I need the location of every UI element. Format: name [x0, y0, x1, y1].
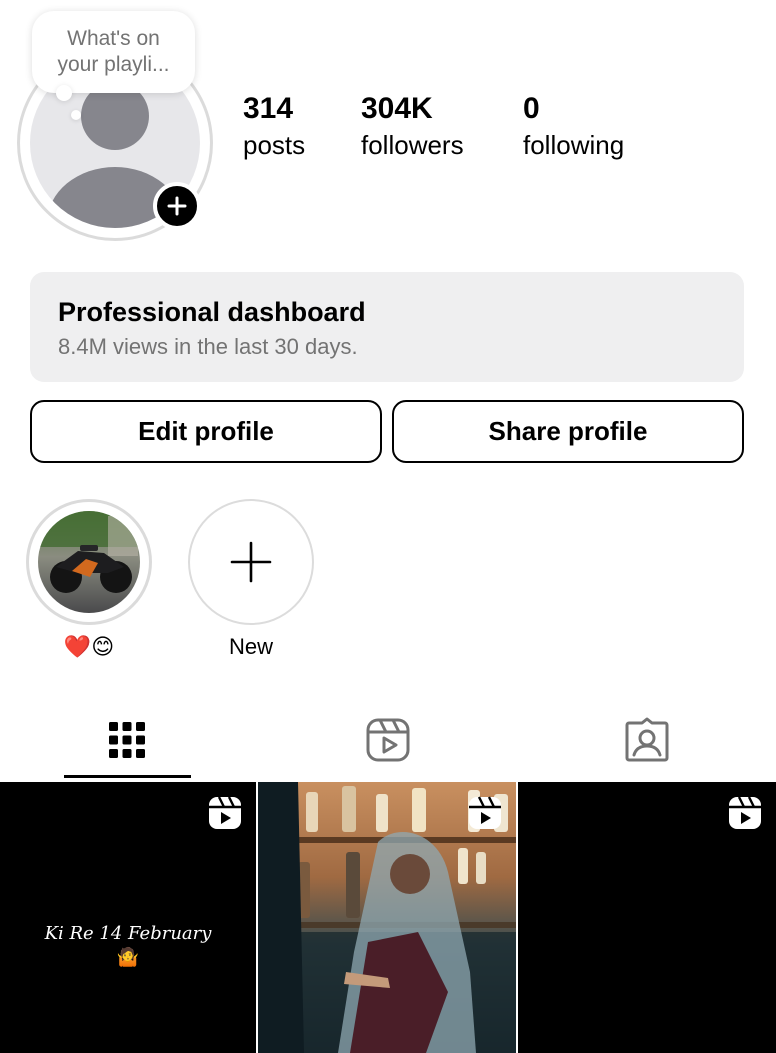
note-text: What's on your playli...	[57, 27, 170, 76]
stat-followers[interactable]: 304K followers	[361, 90, 464, 162]
professional-dashboard[interactable]: Professional dashboard 8.4M views in the…	[30, 272, 744, 382]
dashboard-subtitle: 8.4M views in the last 30 days.	[58, 334, 358, 359]
plus-icon	[230, 541, 272, 583]
new-highlight[interactable]: New	[188, 499, 314, 661]
note-bubble-tail	[56, 85, 72, 101]
stat-followers-value: 304K	[361, 92, 433, 125]
tab-posts[interactable]	[64, 705, 190, 775]
grid-post-1[interactable]: Ki Re 14 February 🤷	[0, 782, 256, 1053]
active-tab-indicator	[64, 775, 191, 778]
tagged-icon	[625, 717, 669, 762]
new-highlight-ring[interactable]	[188, 499, 314, 625]
note-bubble[interactable]: What's on your playli...	[32, 11, 195, 93]
reel-indicator-icon	[209, 796, 241, 829]
stat-followers-label: followers	[361, 130, 464, 160]
grid-post-2[interactable]	[258, 782, 516, 1053]
reel-indicator-icon	[729, 796, 761, 829]
plus-icon	[167, 196, 187, 216]
highlight-cover-motorcycle	[38, 511, 140, 613]
share-profile-button[interactable]: Share profile	[392, 400, 744, 463]
note-bubble-tail-small	[71, 110, 81, 120]
stat-posts-label: posts	[243, 130, 306, 160]
post-caption-emoji: 🤷	[116, 947, 140, 968]
new-highlight-label: New	[228, 634, 273, 659]
tab-reels[interactable]	[325, 705, 451, 775]
post-caption: Ki Re 14 February 🤷	[0, 922, 256, 970]
grid-post-3[interactable]	[518, 782, 776, 1053]
stat-following-value: 0	[523, 92, 540, 125]
reels-icon	[366, 718, 410, 762]
stat-following-label: following	[523, 130, 625, 160]
highlight-ring[interactable]	[26, 499, 152, 625]
add-story-button[interactable]	[153, 182, 201, 230]
stat-posts[interactable]: 314 posts	[243, 90, 305, 162]
stat-posts-value: 314	[243, 92, 294, 125]
stat-following[interactable]: 0 following	[523, 90, 624, 162]
highlight-item[interactable]: ❤️😊	[26, 499, 152, 661]
highlight-label: ❤️😊	[63, 634, 115, 659]
grid-icon	[109, 722, 145, 758]
edit-profile-button[interactable]: Edit profile	[30, 400, 382, 463]
reel-indicator-icon	[469, 796, 501, 829]
post-caption-text: Ki Re 14 February	[44, 923, 212, 944]
dashboard-title: Professional dashboard	[58, 297, 366, 327]
tab-tagged[interactable]	[584, 705, 710, 775]
